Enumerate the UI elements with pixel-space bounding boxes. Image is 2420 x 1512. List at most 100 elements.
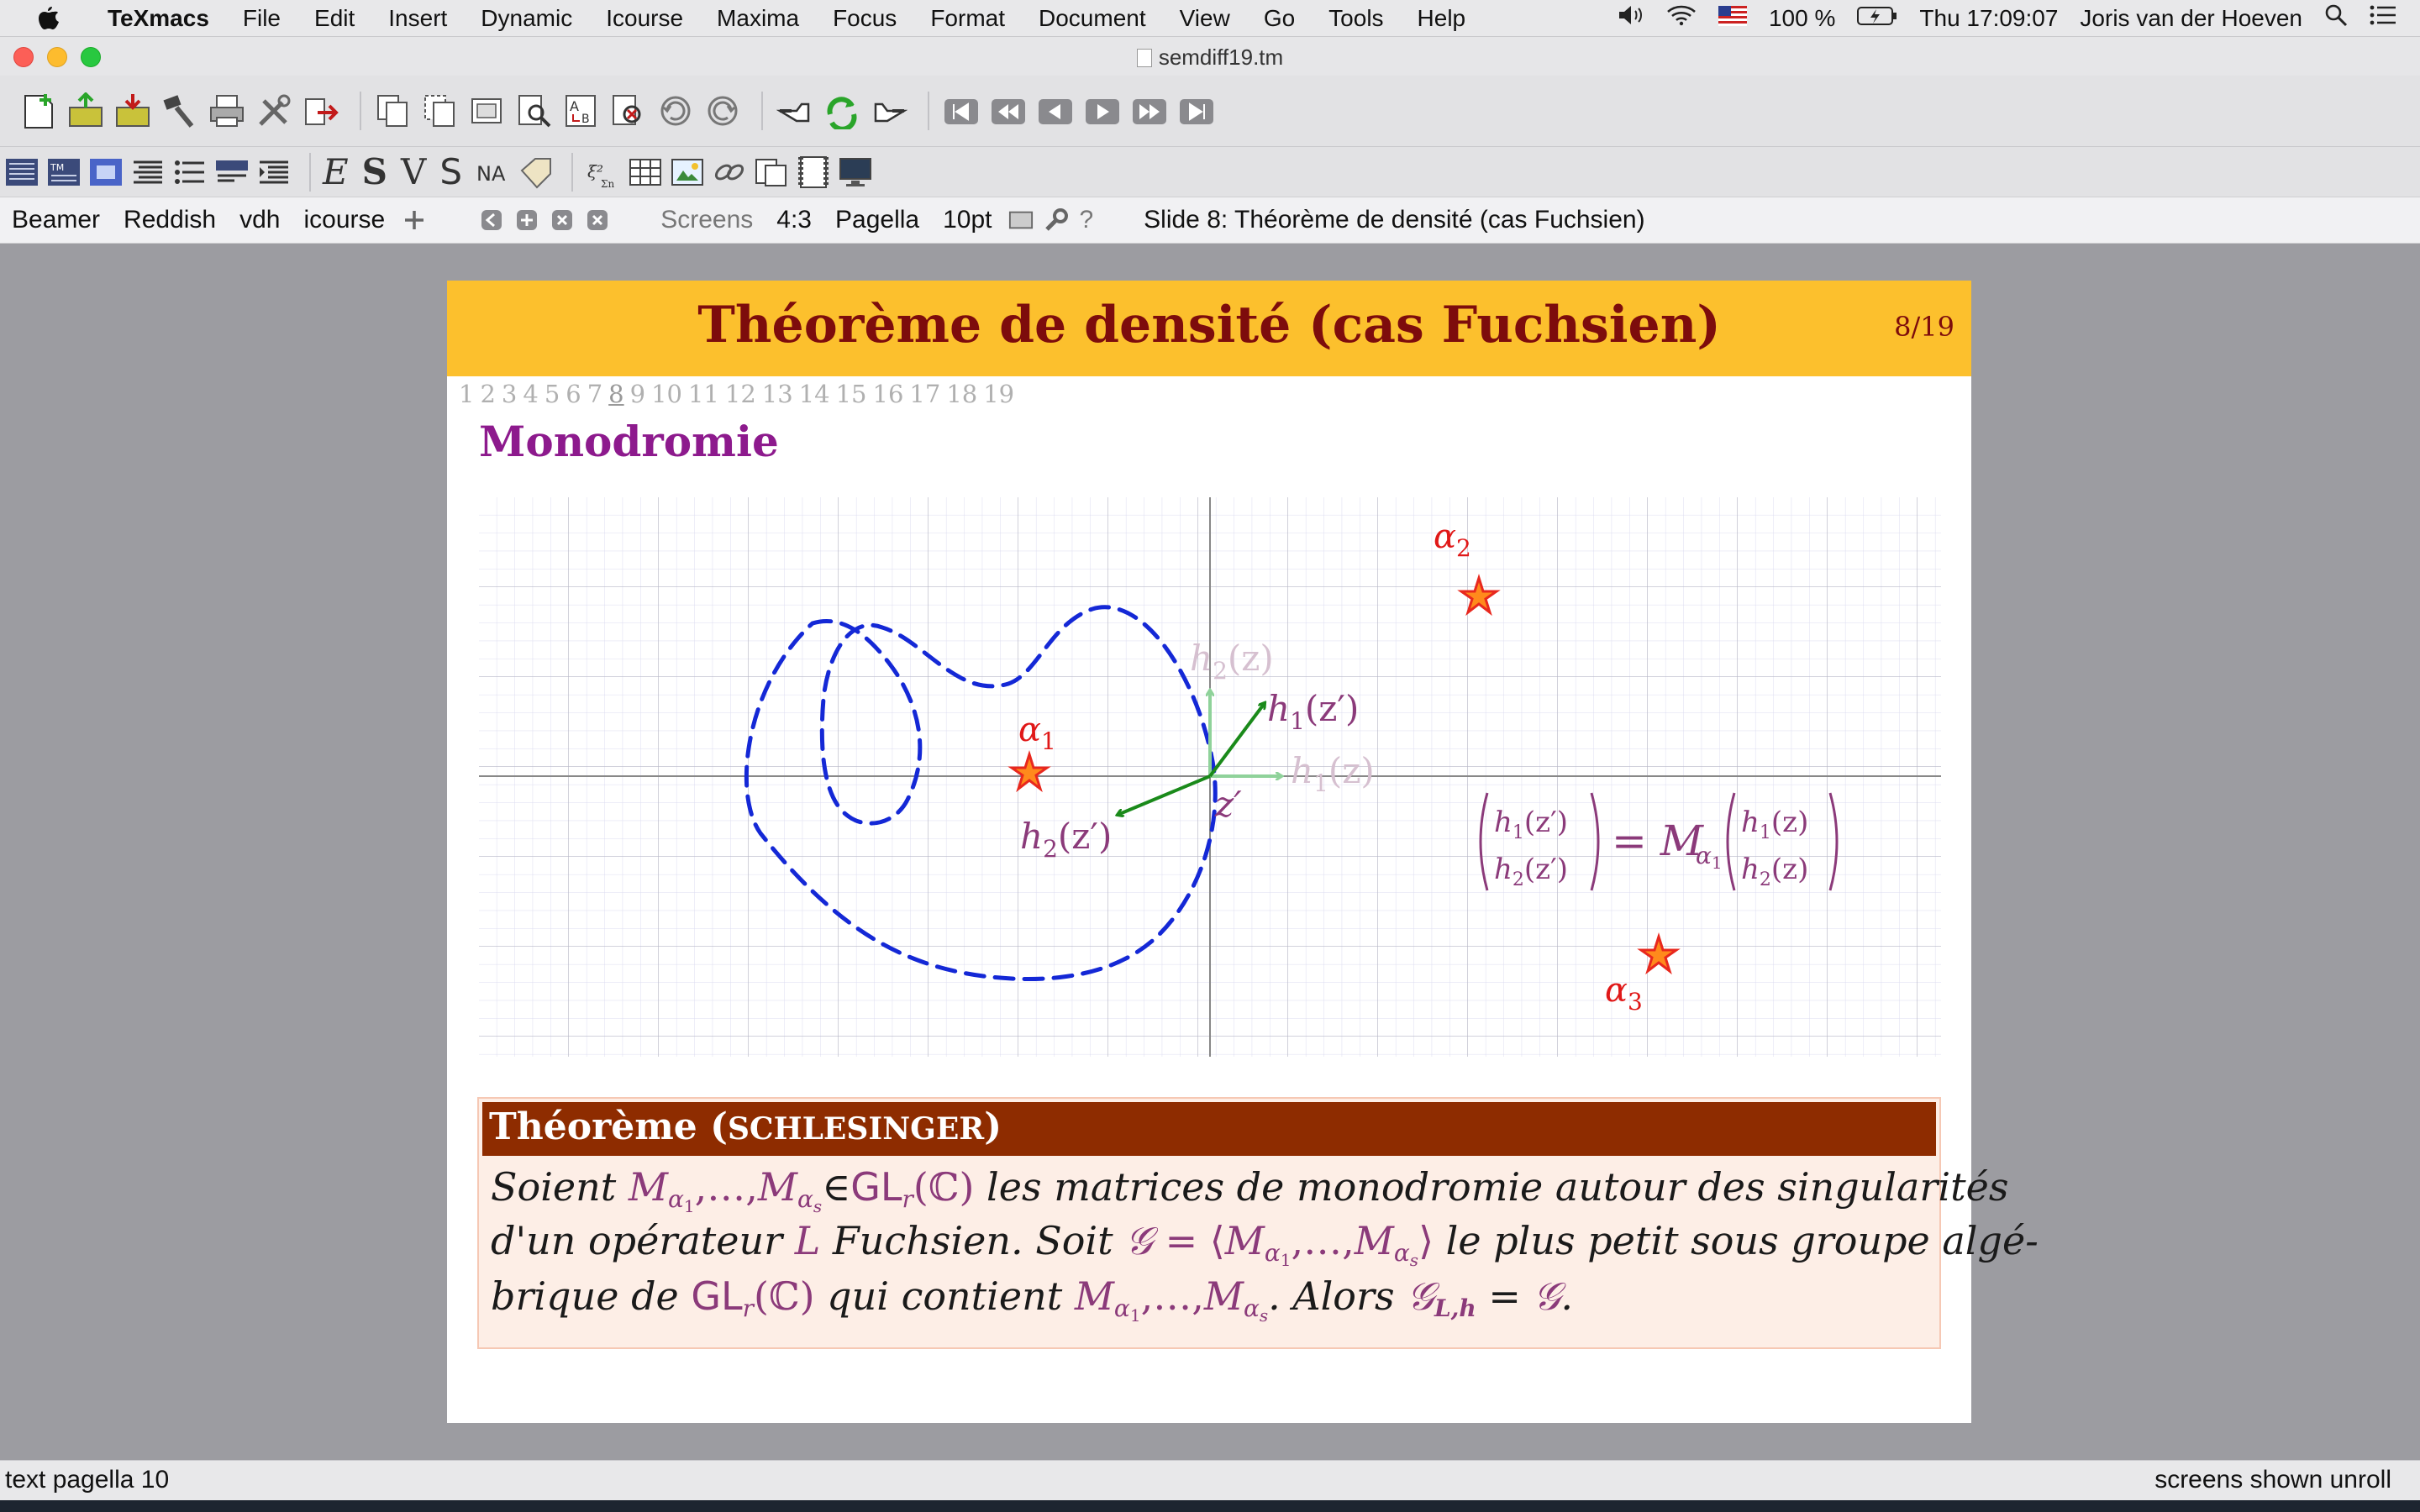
align-icon[interactable] (129, 154, 166, 191)
slide-nav-page[interactable]: 4 (523, 380, 538, 408)
back-hand-button[interactable] (775, 90, 815, 132)
screen-insert-icon[interactable] (514, 207, 539, 233)
strong-button[interactable]: S (362, 154, 387, 190)
slide-nav-page[interactable]: 15 (836, 380, 867, 408)
menu-icourse[interactable]: Icourse (589, 5, 700, 32)
find-button[interactable] (514, 90, 555, 132)
slide-nav-page[interactable]: 11 (688, 380, 719, 408)
emphasize-button[interactable]: E (323, 154, 349, 190)
aspect-ratio-menu[interactable]: 4:3 (765, 206, 823, 234)
font-size-menu[interactable]: 10pt (931, 206, 1003, 234)
flag-us-icon[interactable] (1718, 5, 1747, 32)
slide-nav-page[interactable]: 14 (799, 380, 830, 408)
menu-app-texmacs[interactable]: TeXmacs (91, 5, 226, 32)
slide-nav-page[interactable]: 8 (608, 380, 623, 408)
label-tag-icon[interactable] (518, 154, 555, 191)
paragraph-style-icon[interactable] (3, 154, 40, 191)
style-icourse[interactable]: icourse (292, 206, 397, 234)
preferences-tools-button[interactable] (254, 90, 294, 132)
screen-delete-icon[interactable] (550, 207, 575, 233)
save-document-button[interactable] (113, 90, 153, 132)
slide-nav-page[interactable]: 17 (909, 380, 940, 408)
screen-close-icon[interactable] (585, 207, 610, 233)
session-icon[interactable] (837, 154, 874, 191)
clock[interactable]: Thu 17:09:07 (1919, 5, 2058, 32)
redo-button[interactable] (702, 90, 743, 132)
slide-nav-page[interactable]: 13 (762, 380, 793, 408)
math-formula-icon[interactable]: ξ² Σn (585, 154, 622, 191)
add-package-icon[interactable] (402, 207, 427, 233)
font-menu[interactable]: Pagella (823, 206, 931, 234)
notification-center-icon[interactable] (2370, 4, 2396, 32)
next-slide-button[interactable] (1082, 90, 1123, 132)
slide-nav-page[interactable]: 19 (983, 380, 1014, 408)
layout-icon[interactable] (213, 154, 250, 191)
slide-nav-page[interactable]: 2 (480, 380, 495, 408)
first-slide-button[interactable] (941, 90, 981, 132)
undo-button[interactable] (655, 90, 696, 132)
user-name[interactable]: Joris van der Hoeven (2080, 5, 2302, 32)
image-icon[interactable] (669, 154, 706, 191)
name-tag-icon[interactable]: NA (476, 154, 513, 191)
slide-nav-page[interactable]: 12 (725, 380, 756, 408)
style-vdh[interactable]: vdh (228, 206, 292, 234)
reload-button[interactable] (822, 90, 862, 132)
slide-nav-page[interactable]: 1 (459, 380, 474, 408)
size-style-icon[interactable] (87, 154, 124, 191)
new-document-button[interactable] (18, 90, 59, 132)
menu-file[interactable]: File (226, 5, 297, 32)
screen-remove-icon[interactable] (479, 207, 504, 233)
slide-nav-page[interactable]: 18 (946, 380, 977, 408)
sans-serif-button[interactable]: S (439, 154, 462, 190)
menu-help[interactable]: Help (1401, 5, 1483, 32)
table-icon[interactable] (627, 154, 664, 191)
list-icon[interactable] (171, 154, 208, 191)
copy-button[interactable] (373, 90, 413, 132)
menu-insert[interactable]: Insert (371, 5, 464, 32)
style-reddish[interactable]: Reddish (112, 206, 228, 234)
footnote-icon[interactable] (753, 154, 790, 191)
slide-nav-page[interactable]: 5 (544, 380, 560, 408)
menu-maxima[interactable]: Maxima (700, 5, 816, 32)
previous-slide-button[interactable] (1035, 90, 1076, 132)
screen-layout-icon[interactable] (1008, 207, 1034, 233)
build-document-button[interactable] (160, 90, 200, 132)
print-button[interactable] (207, 90, 247, 132)
menu-view[interactable]: View (1163, 5, 1247, 32)
volume-icon[interactable] (1618, 4, 1644, 32)
theorem-box[interactable]: Théorème (Schlesinger) Soient Mα1,…,Mαs∈… (477, 1097, 2039, 1349)
replace-button[interactable]: AB (561, 90, 602, 132)
previous-screen-button[interactable] (988, 90, 1028, 132)
indent-icon[interactable] (255, 154, 292, 191)
menu-edit[interactable]: Edit (297, 5, 371, 32)
link-icon[interactable] (711, 154, 748, 191)
menu-document[interactable]: Document (1022, 5, 1163, 32)
next-screen-button[interactable] (1129, 90, 1170, 132)
menu-format[interactable]: Format (913, 5, 1022, 32)
menu-go[interactable]: Go (1247, 5, 1312, 32)
paste-button[interactable] (467, 90, 508, 132)
animation-icon[interactable] (795, 154, 832, 191)
monodromy-figure[interactable]: α1 α2 α3 z′ h1(z′) h2(z′) h1(z) h2(z) h1… (479, 497, 1941, 1057)
export-button[interactable] (301, 90, 341, 132)
open-document-button[interactable] (66, 90, 106, 132)
document-style-icon[interactable]: TM (45, 154, 82, 191)
slide-nav-page[interactable]: 16 (873, 380, 904, 408)
slide-nav-page[interactable]: 9 (630, 380, 645, 408)
spell-check-button[interactable] (608, 90, 649, 132)
cut-button[interactable] (420, 90, 460, 132)
battery-icon[interactable] (1857, 5, 1897, 32)
forward-hand-button[interactable] (869, 90, 909, 132)
current-slide-info[interactable]: Slide 8: Théorème de densité (cas Fuchsi… (1132, 206, 1656, 234)
menu-focus[interactable]: Focus (816, 5, 913, 32)
apple-icon[interactable] (32, 6, 66, 31)
menu-dynamic[interactable]: Dynamic (464, 5, 589, 32)
slide-canvas[interactable]: Théorème de densité (cas Fuchsien) 8/19 … (447, 281, 2039, 1423)
last-slide-button[interactable] (1176, 90, 1217, 132)
verbatim-button[interactable]: V (401, 154, 426, 190)
slide-nav-page[interactable]: 10 (651, 380, 682, 408)
slide-nav-page[interactable]: 6 (566, 380, 581, 408)
menu-tools[interactable]: Tools (1312, 5, 1400, 32)
spotlight-search-icon[interactable] (2324, 3, 2348, 33)
help-button[interactable]: ? (1074, 206, 1098, 234)
